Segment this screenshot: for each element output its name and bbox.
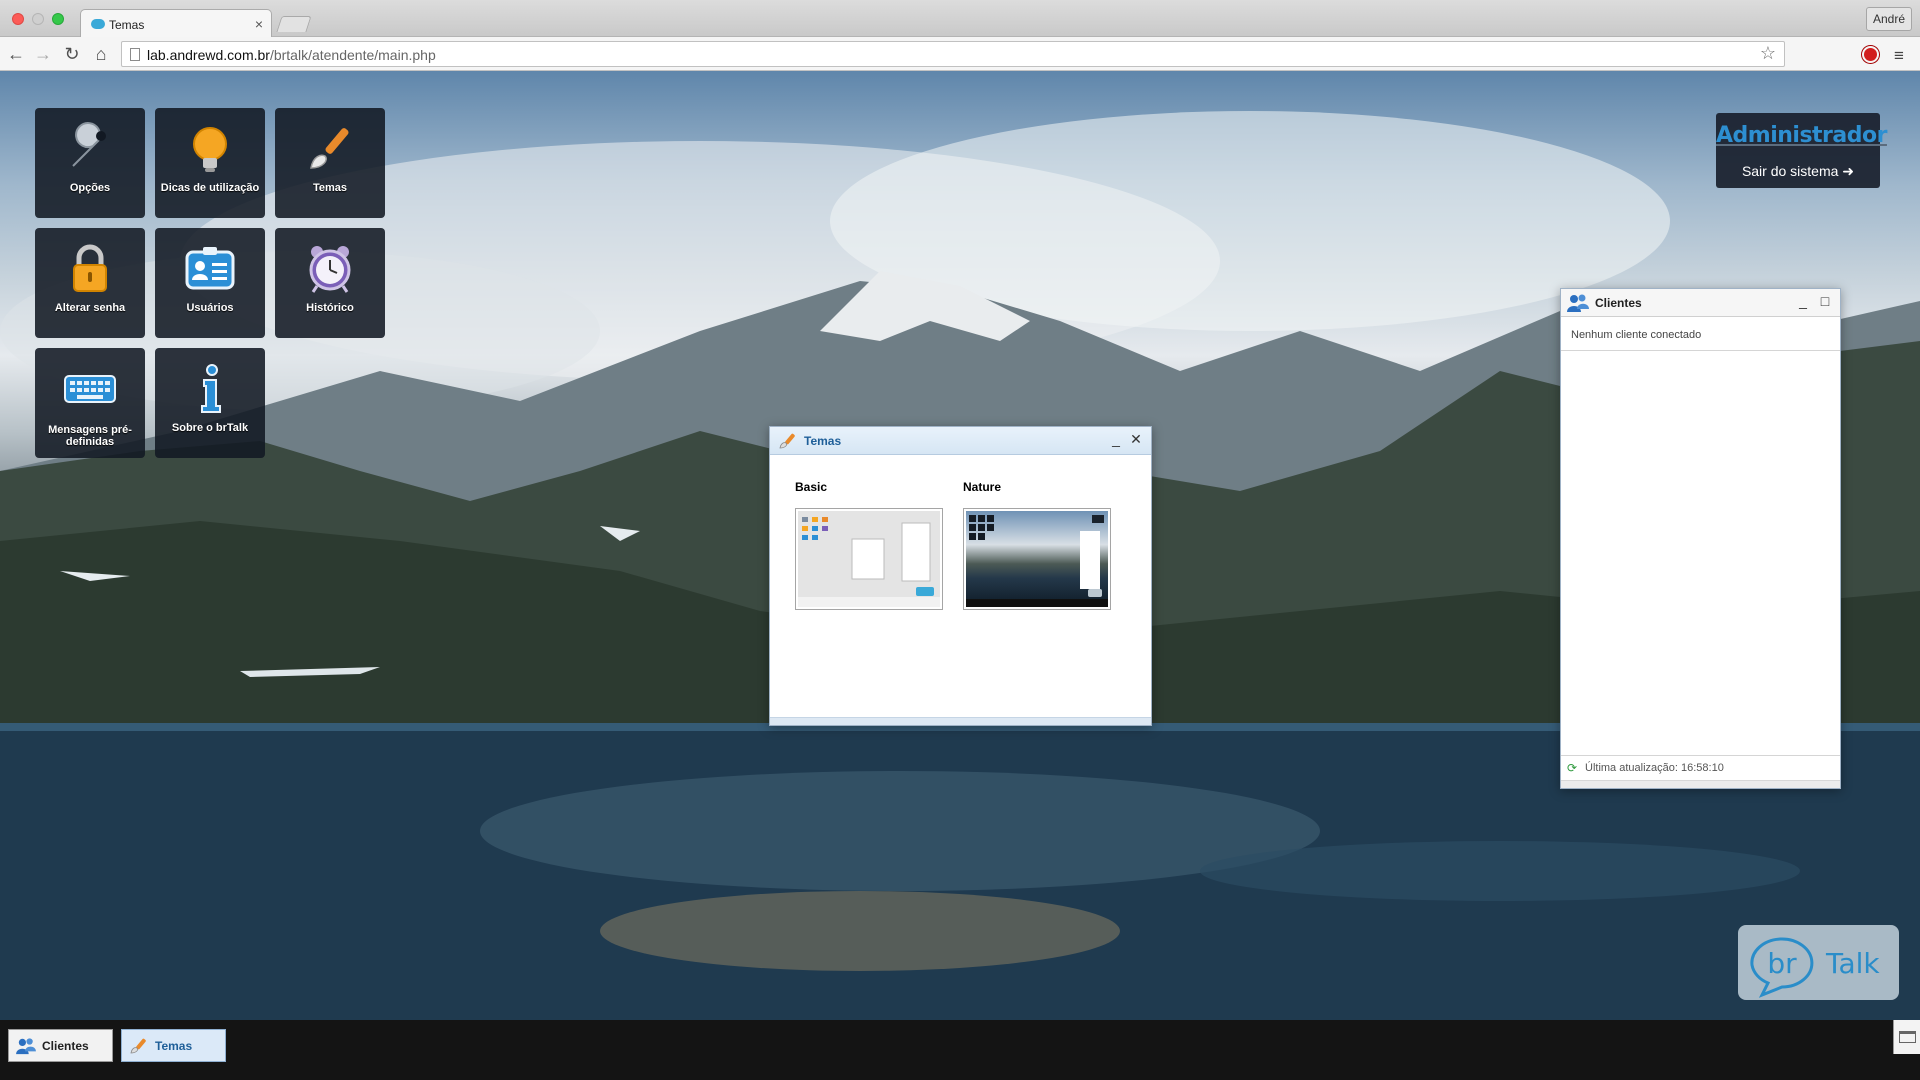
last-update-text: Última atualização: 16:58:10 xyxy=(1585,762,1724,774)
theme-thumbnail-basic[interactable] xyxy=(795,508,943,610)
maximize-button[interactable]: □ xyxy=(1816,292,1834,310)
paintbrush-icon xyxy=(130,1038,146,1054)
tile-sobre-o-brtalk[interactable]: Sobre o brTalk xyxy=(155,348,265,458)
tile-temas[interactable]: Temas xyxy=(275,108,385,218)
reload-button[interactable]: ↻ xyxy=(60,42,84,66)
tile-mensagens-pre-definidas[interactable]: Mensagens pré-definidas xyxy=(35,348,145,458)
tile-label: Alterar senha xyxy=(54,302,126,314)
theme-preview-nature xyxy=(966,511,1108,607)
window-close-light[interactable] xyxy=(12,13,24,25)
bookmark-star-icon[interactable]: ☆ xyxy=(1760,43,1776,64)
browser-tab-title: Temas xyxy=(109,18,145,32)
paintbrush-icon xyxy=(779,433,795,449)
temas-window-title: Temas xyxy=(804,434,842,448)
users-icon xyxy=(16,1038,36,1055)
empty-clients-message: Nenhum cliente conectado xyxy=(1571,329,1702,341)
logo-text-br: br xyxy=(1767,947,1797,980)
theme-label-basic: Basic xyxy=(795,480,828,494)
page-icon xyxy=(130,48,140,61)
tile-label: Temas xyxy=(312,182,348,194)
address-bar[interactable]: lab.andrewd.com.br/brtalk/atendente/main… xyxy=(121,41,1785,67)
desktop: Opções Dicas de utilização Temas Alterar… xyxy=(0,71,1920,1020)
tile-label: Usuários xyxy=(186,302,234,314)
tile-label: Sobre o brTalk xyxy=(171,422,249,434)
tab-close-button[interactable]: × xyxy=(255,16,263,32)
resize-handle[interactable] xyxy=(1561,780,1840,788)
brtalk-logo-graphic: br Talk xyxy=(1750,937,1880,998)
resize-handle[interactable] xyxy=(770,717,1151,725)
id-card-icon xyxy=(185,247,235,290)
theme-thumbnail-nature[interactable] xyxy=(963,508,1111,610)
tile-historico[interactable]: Histórico xyxy=(275,228,385,338)
url-host: lab.andrewd.com.br xyxy=(147,47,270,63)
admin-panel: Administrador Sair do sistema ➜ xyxy=(1716,113,1887,188)
window-minimize-light[interactable] xyxy=(32,13,44,25)
minimize-button[interactable]: _ xyxy=(1107,430,1125,448)
forward-button[interactable]: → xyxy=(31,42,55,66)
paintbrush-icon xyxy=(310,128,349,169)
taskbar-item-clientes[interactable]: Clientes xyxy=(8,1029,113,1062)
clientes-window-title: Clientes xyxy=(1595,296,1642,310)
padlock-icon xyxy=(73,244,107,292)
taskbar: Clientes Temas xyxy=(0,1020,1920,1080)
clientes-status-bar: ⟳ Última atualização: 16:58:10 xyxy=(1561,755,1840,780)
clientes-window: Clientes _ □ Nenhum cliente conectado ⟳ … xyxy=(1560,288,1841,789)
tile-usuarios[interactable]: Usuários xyxy=(155,228,265,338)
new-tab-button[interactable] xyxy=(276,16,312,32)
close-button[interactable]: ✕ xyxy=(1127,430,1145,448)
window-icon xyxy=(1899,1031,1916,1043)
theme-label-nature: Nature xyxy=(963,480,1002,494)
wrench-icon xyxy=(72,122,106,167)
refresh-icon[interactable]: ⟳ xyxy=(1567,761,1577,775)
window-zoom-light[interactable] xyxy=(52,13,64,25)
alarm-clock-icon xyxy=(309,246,351,293)
info-icon xyxy=(201,364,221,413)
home-button[interactable]: ⌂ xyxy=(89,42,113,66)
tile-label: Dicas de utilização xyxy=(160,182,260,194)
users-icon xyxy=(1567,294,1589,312)
browser-tab-temas[interactable]: Temas × xyxy=(80,9,272,38)
brtalk-logo: br Talk xyxy=(1738,925,1899,1000)
browser-menu-icon[interactable]: ≡ xyxy=(1894,46,1904,66)
extension-icon[interactable] xyxy=(1862,46,1879,63)
tile-label: Mensagens pré-definidas xyxy=(48,424,132,448)
profile-button[interactable]: André xyxy=(1866,7,1912,31)
taskbar-item-temas[interactable]: Temas xyxy=(121,1029,226,1062)
url-path: /brtalk/atendente/main.php xyxy=(269,47,436,63)
temas-window-titlebar[interactable]: Temas _ ✕ xyxy=(770,427,1151,455)
clientes-window-titlebar[interactable]: Clientes _ □ xyxy=(1561,289,1840,317)
logo-text-talk: Talk xyxy=(1825,947,1880,980)
tile-opcoes[interactable]: Opções xyxy=(35,108,145,218)
show-desktop-button[interactable] xyxy=(1893,1020,1920,1054)
tile-dicas-de-utilizacao[interactable]: Dicas de utilização xyxy=(155,108,265,218)
theme-preview-basic xyxy=(798,511,940,607)
chat-bubble-icon xyxy=(91,19,105,29)
taskbar-item-label: Clientes xyxy=(42,1039,89,1053)
tile-label: Histórico xyxy=(306,302,354,314)
tile-label: Opções xyxy=(69,182,111,194)
browser-tab-strip: Temas × André xyxy=(0,0,1920,38)
url-text: lab.andrewd.com.br/brtalk/atendente/main… xyxy=(147,47,436,63)
taskbar-item-label: Temas xyxy=(155,1039,193,1053)
back-button[interactable]: ← xyxy=(4,42,28,66)
keyboard-icon xyxy=(64,375,116,403)
divider xyxy=(1561,350,1840,351)
temas-window: Temas _ ✕ Basic Nature xyxy=(769,426,1152,726)
admin-name[interactable]: Administrador xyxy=(1716,123,1887,148)
browser-toolbar: ← → ↻ ⌂ lab.andrewd.com.br/brtalk/atende… xyxy=(0,37,1920,71)
tile-alterar-senha[interactable]: Alterar senha xyxy=(35,228,145,338)
logout-button[interactable]: Sair do sistema ➜ xyxy=(1716,163,1880,180)
lightbulb-icon xyxy=(193,127,227,172)
minimize-button[interactable]: _ xyxy=(1794,292,1812,310)
